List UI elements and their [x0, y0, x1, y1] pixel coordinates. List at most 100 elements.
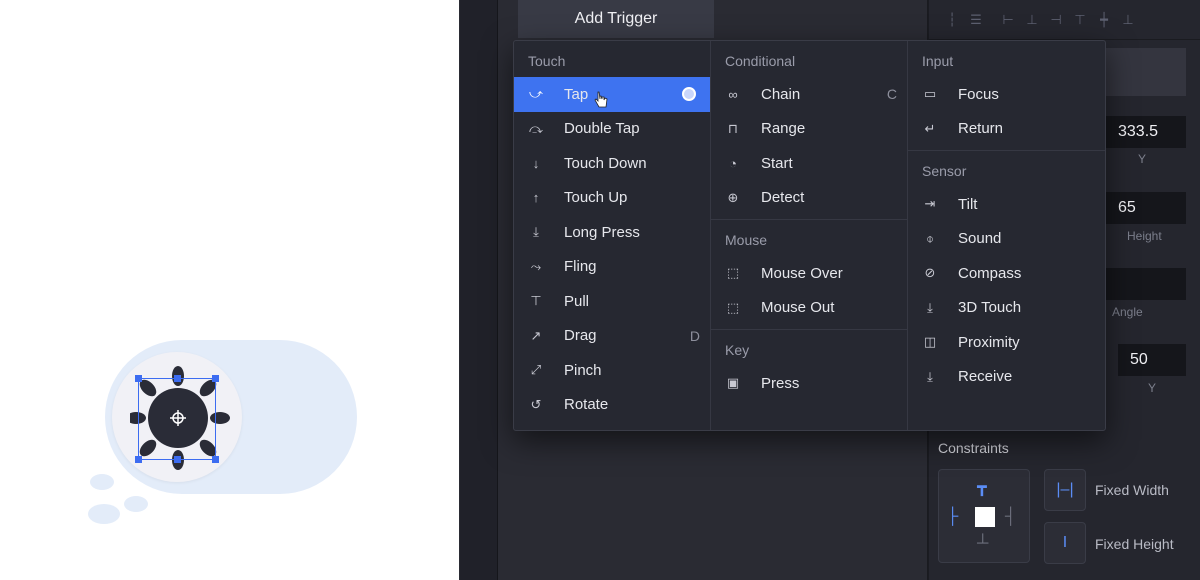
menu-item-sound[interactable]: ⌽ Sound [908, 222, 1105, 257]
menu-item-label: Pinch [564, 361, 602, 379]
pin-top-icon[interactable]: ┳ [977, 480, 987, 496]
menu-item-pull[interactable]: ⊤ Pull [514, 284, 710, 319]
menu-item-compass[interactable]: ⊘ Compass [908, 256, 1105, 291]
constraint-center [975, 507, 995, 527]
menu-item-return[interactable]: ↵ Return [908, 112, 1105, 147]
detect-crosshair-icon: ⊕ [727, 189, 739, 205]
y2-field[interactable]: 50 [1118, 344, 1186, 376]
section-title-conditional: Conditional [725, 53, 796, 69]
section-title-mouse: Mouse [725, 232, 768, 248]
menu-item-receive[interactable]: ⤓ Receive [908, 360, 1105, 395]
proximity-icon: ◫ [923, 334, 937, 350]
pin-right-icon[interactable]: ┤ [1005, 509, 1016, 525]
menu-item-range[interactable]: ⊓ Range [711, 112, 907, 147]
pin-left-icon[interactable]: ├ [947, 509, 958, 525]
menu-item-label: Touch Up [564, 189, 628, 207]
double-tap-icon: ⤼ [529, 120, 543, 136]
menu-item-rotate[interactable]: ↺ Rotate [514, 388, 710, 423]
constraints-box[interactable]: ┳ ├ ┤ ┴ [938, 469, 1030, 563]
angle-field[interactable] [1106, 268, 1186, 300]
mouse-over-icon: ⬚ [726, 265, 740, 281]
menu-item-label: Drag [564, 327, 597, 345]
menu-item-3d-touch[interactable]: ⤓ 3D Touch [908, 291, 1105, 326]
menu-item-double-tap[interactable]: ⤼ Double Tap [514, 112, 710, 147]
y-field[interactable]: 333.5 [1106, 116, 1186, 148]
shortcut-key: C [886, 86, 897, 103]
align-top-icon[interactable]: ⊤ [1071, 11, 1089, 29]
menu-item-mouse-out[interactable]: ⬚ Mouse Out [711, 291, 907, 326]
menu-item-label: Long Press [564, 223, 640, 241]
cloud-shape [124, 496, 148, 512]
compass-icon: ⊘ [924, 265, 936, 281]
selection-box[interactable] [135, 375, 219, 463]
menu-item-pinch[interactable]: ⤢ Pinch [514, 353, 710, 388]
section-title-touch: Touch [528, 53, 566, 69]
menu-item-label: Return [958, 120, 1004, 138]
align-middle-icon[interactable]: ┿ [1095, 11, 1113, 29]
menu-item-label: Compass [958, 264, 1022, 282]
focus-icon: ▭ [923, 86, 937, 102]
menu-item-long-press[interactable]: ⤓ Long Press [514, 215, 710, 250]
menu-item-tap[interactable]: ⤻ Tap [514, 77, 710, 112]
menu-item-label: Rotate [564, 396, 609, 414]
section-title-input: Input [922, 53, 954, 69]
menu-item-fling[interactable]: ⤳ Fling [514, 250, 710, 285]
add-trigger-button[interactable]: Add Trigger [518, 0, 714, 38]
fling-icon: ⤳ [530, 258, 542, 274]
menu-item-drag[interactable]: ↗ Drag D [514, 319, 710, 354]
menu-item-start[interactable]: ◔ Start [711, 146, 907, 181]
fixed-width-button[interactable]: |–| [1044, 469, 1086, 511]
menu-item-label: Proximity [958, 333, 1020, 351]
fixed-width-label: Fixed Width [1095, 482, 1169, 498]
menu-item-press[interactable]: ▣ Press [711, 366, 907, 401]
pinch-icon: ⤢ [530, 362, 542, 378]
menu-item-label: Detect [761, 189, 805, 207]
add-trigger-menu: Touch ⤻ Tap ⤼ Double Tap ↓ Touch Down ↑ … [513, 40, 1106, 431]
fixed-height-label: Fixed Height [1095, 536, 1174, 552]
design-canvas[interactable] [0, 0, 460, 580]
align-left-icon[interactable]: ⊢ [999, 11, 1017, 29]
align-center-icon[interactable]: ⊥ [1023, 11, 1041, 29]
rotate-icon: ↺ [530, 396, 542, 412]
menu-item-focus[interactable]: ▭ Focus [908, 77, 1105, 112]
constraints-title: Constraints [938, 440, 1009, 456]
receive-icon: ⤓ [927, 368, 933, 384]
menu-item-label: Press [761, 374, 800, 392]
align-bottom-icon[interactable]: ⊥ [1119, 11, 1137, 29]
pin-bottom-icon[interactable]: ┴ [977, 536, 988, 552]
menu-item-chain[interactable]: ∞ Chain C [711, 77, 907, 112]
menu-item-tilt[interactable]: ⇥ Tilt [908, 187, 1105, 222]
align-right-icon[interactable]: ⊣ [1047, 11, 1065, 29]
mouse-out-icon: ⬚ [726, 299, 740, 315]
distribute-vertical-icon[interactable]: ☰ [967, 11, 985, 29]
3d-touch-icon: ⤓ [927, 299, 933, 315]
y2-label: Y [1148, 381, 1157, 395]
key-press-icon: ▣ [726, 375, 740, 391]
menu-item-detect[interactable]: ⊕ Detect [711, 181, 907, 216]
menu-item-touch-up[interactable]: ↑ Touch Up [514, 181, 710, 216]
menu-item-label: 3D Touch [958, 299, 1022, 317]
menu-item-label: Tilt [958, 195, 978, 213]
section-title-key: Key [725, 342, 750, 358]
fill-swatch[interactable] [1106, 48, 1186, 96]
tilt-icon: ⇥ [924, 196, 936, 212]
drag-icon: ↗ [530, 327, 542, 343]
menu-item-label: Start [761, 154, 793, 172]
touch-up-icon: ↑ [532, 190, 540, 206]
cloud-shape [90, 474, 114, 490]
distribute-horizontal-icon[interactable]: ┆ [943, 11, 961, 29]
tap-gesture-icon: ⤻ [529, 86, 543, 102]
cloud-shape [88, 504, 120, 524]
menu-item-label: Double Tap [564, 120, 640, 138]
pull-icon: ⊤ [530, 293, 542, 309]
menu-item-mouse-over[interactable]: ⬚ Mouse Over [711, 256, 907, 291]
menu-item-label: Pull [564, 292, 590, 310]
menu-item-touch-down[interactable]: ↓ Touch Down [514, 146, 710, 181]
fixed-height-button[interactable]: I [1044, 522, 1086, 564]
menu-item-label: Sound [958, 230, 1002, 248]
range-icon: ⊓ [727, 120, 739, 136]
menu-item-proximity[interactable]: ◫ Proximity [908, 325, 1105, 360]
height-label: Height [1127, 229, 1162, 243]
height-field[interactable]: 65 [1106, 192, 1186, 224]
shortcut-key: D [689, 327, 700, 344]
